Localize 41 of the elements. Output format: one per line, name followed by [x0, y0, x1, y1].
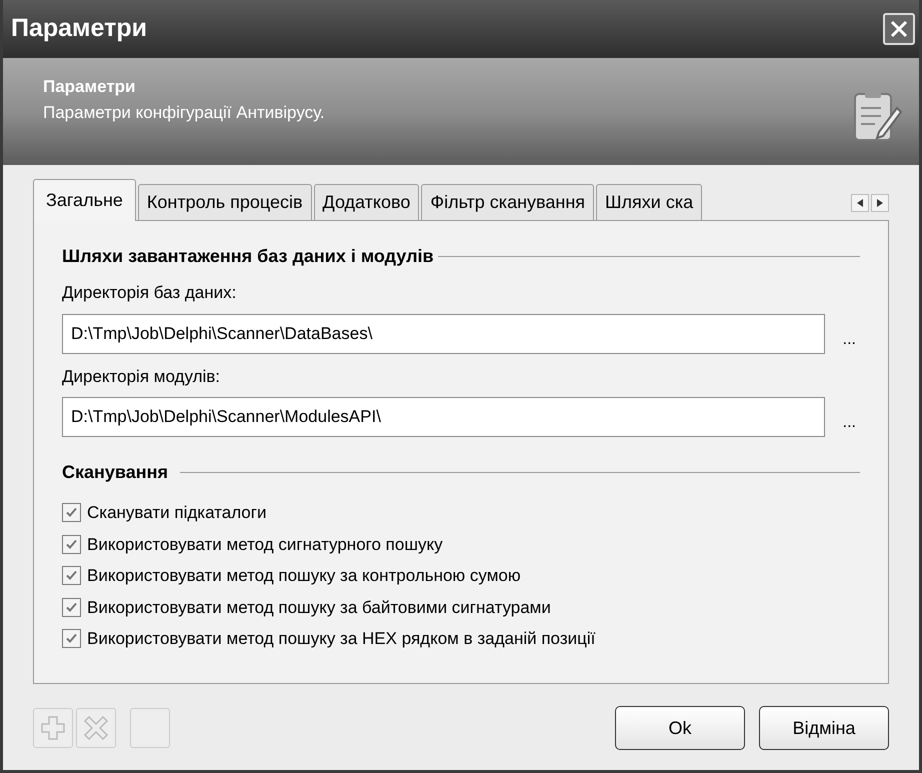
close-button[interactable] [883, 13, 915, 45]
path-field[interactable]: D:\Tmp\Job\Delphi\Scanner\ModulesAPI\ [62, 397, 825, 437]
tab[interactable]: Загальне [33, 179, 136, 221]
tab[interactable]: Шляхи ска [596, 184, 702, 220]
checkbox[interactable] [62, 629, 81, 648]
cross-icon [83, 715, 109, 741]
plus-icon [40, 715, 66, 741]
checkbox[interactable] [62, 534, 81, 554]
right-arrow-icon [877, 199, 883, 207]
path-field[interactable]: D:\Tmp\Job\Delphi\Scanner\DataBases\ [62, 314, 825, 354]
tab[interactable]: Фільтр сканування [421, 184, 594, 220]
checkmark-icon [65, 506, 78, 520]
header-title: Параметри [43, 76, 136, 98]
checkbox-label: Сканувати підкаталоги [87, 502, 266, 524]
field-label: Директорія баз даних: [62, 282, 238, 304]
scroll-right-button[interactable] [871, 194, 889, 212]
tab[interactable]: Контроль процесів [138, 184, 312, 220]
group-title: Сканування [62, 461, 168, 484]
window-title: Параметри [11, 13, 147, 44]
field-label: Директорія модулів: [62, 366, 222, 388]
left-arrow-icon [857, 199, 863, 207]
close-icon [889, 19, 909, 39]
checkmark-icon [65, 569, 78, 582]
checkbox[interactable] [62, 598, 81, 617]
tab[interactable]: Додатково [314, 184, 420, 220]
checkbox[interactable] [62, 566, 81, 586]
checkbox-label: Використовувати метод пошуку за байтовими сигнатурами [87, 596, 551, 618]
checkbox-label: Використовувати метод сигнатурного пошуку [87, 534, 443, 556]
browse-button[interactable]: ... [838, 328, 860, 352]
dialog-button[interactable]: Ok [615, 706, 745, 750]
checkmark-icon [65, 600, 78, 614]
checkmark-icon [65, 538, 78, 551]
browse-button[interactable]: ... [838, 411, 860, 435]
dialog-button[interactable]: Відміна [759, 706, 889, 750]
scroll-left-button[interactable] [851, 194, 869, 212]
group-title: Шляхи завантаження баз даних і модулів [62, 245, 434, 268]
checkbox-label: Використовувати метод пошуку за контрольною сумою [87, 565, 521, 587]
checkbox-label: Використовувати метод пошуку за HEX рядком в заданій позиції [87, 628, 596, 650]
header-subtitle: Параметри конфігурації Антивірусу. [43, 102, 325, 124]
checkbox[interactable] [62, 503, 81, 522]
checkmark-icon [65, 632, 78, 646]
